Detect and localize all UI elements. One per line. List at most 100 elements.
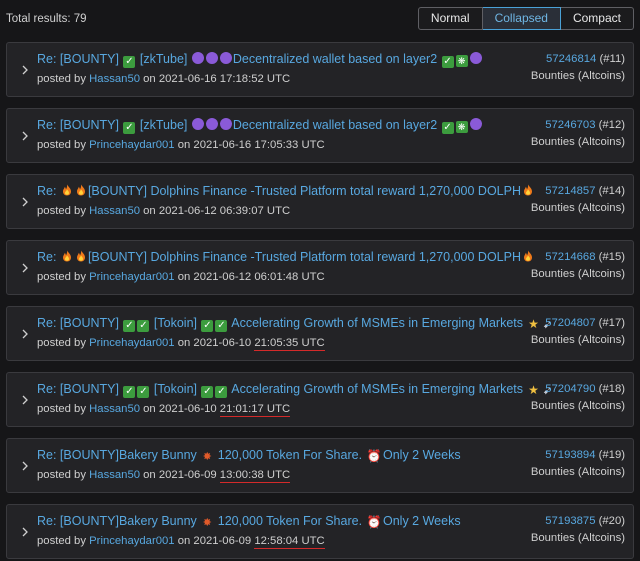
post-index: (#14) bbox=[595, 185, 625, 197]
check-mark-icon: ✓ bbox=[441, 56, 454, 68]
purple-circle-icon bbox=[219, 118, 232, 130]
post-title-link[interactable]: Re: [BOUNTY] ✓ [zkTube] Decentralized wa… bbox=[37, 51, 483, 68]
fire-icon bbox=[61, 250, 73, 262]
purple-circle-icon bbox=[469, 118, 482, 130]
post-title-text: Re: bbox=[37, 184, 60, 198]
post-row[interactable]: Re: [BOUNTY] ✓ [zkTube] Decentralized wa… bbox=[6, 42, 634, 97]
post-id: 57193875 (#20) bbox=[531, 513, 625, 530]
board-name: Bounties (Altcoins) bbox=[530, 70, 625, 82]
post-id-link[interactable]: 57193894 bbox=[545, 449, 595, 461]
post-title-text: Accelerating Growth of MSMEs in Emerging… bbox=[228, 316, 527, 330]
post-meta: posted by Hassan50 on 2021-06-12 06:39:0… bbox=[37, 204, 290, 219]
chevron-right-icon[interactable] bbox=[20, 526, 30, 538]
post-title-text: Re: [BOUNTY] bbox=[37, 118, 123, 132]
chevron-right-icon[interactable] bbox=[20, 394, 30, 406]
post-id-link[interactable]: 57214857 bbox=[545, 185, 595, 197]
view-collapsed-button[interactable]: Collapsed bbox=[482, 7, 561, 30]
post-title-link[interactable]: Re: [BOUNTY] ✓ ✓ [Tokoin] ✓ ✓ Accelerating… bbox=[37, 381, 555, 398]
board-name: Bounties (Altcoins) bbox=[530, 400, 625, 412]
post-id: 57204807 (#17) bbox=[531, 315, 625, 332]
board-name: Bounties (Altcoins) bbox=[530, 136, 625, 148]
post-title-text: Re: [BOUNTY]Bakery Bunny bbox=[37, 514, 201, 528]
post-id: 57214857 (#14) bbox=[531, 183, 625, 200]
purple-circle-icon bbox=[205, 118, 218, 130]
post-title-link[interactable]: Re: [BOUNTY] Dolphins Finance -Trusted P… bbox=[37, 183, 535, 200]
author-link[interactable]: Princehaydar001 bbox=[89, 271, 174, 283]
post-title-link[interactable]: Re: [BOUNTY]Bakery Bunny ✸ 120,000 Token… bbox=[37, 447, 461, 464]
post-date: 2021-06-12 bbox=[193, 271, 255, 283]
posted-by-label: posted by bbox=[37, 139, 90, 151]
post-title-link[interactable]: Re: [BOUNTY] ✓ ✓ [Tokoin] ✓ ✓ Accelerating… bbox=[37, 315, 555, 332]
post-title-link[interactable]: Re: [BOUNTY]Bakery Bunny ✸ 120,000 Token… bbox=[37, 513, 461, 530]
board-name: Bounties (Altcoins) bbox=[530, 202, 625, 214]
post-row[interactable]: Re: [BOUNTY] Dolphins Finance -Trusted P… bbox=[6, 174, 634, 229]
post-title-text: Accelerating Growth of MSMEs in Emerging… bbox=[228, 382, 527, 396]
post-title-text: Re: [BOUNTY] bbox=[37, 382, 123, 396]
post-index: (#17) bbox=[595, 317, 625, 329]
author-link[interactable]: Hassan50 bbox=[89, 73, 140, 85]
post-row[interactable]: Re: [BOUNTY] ✓ ✓ [Tokoin] ✓ ✓ Accelerating… bbox=[6, 372, 634, 427]
post-index: (#19) bbox=[595, 449, 625, 461]
author-link[interactable]: Princehaydar001 bbox=[89, 139, 174, 151]
view-normal-button[interactable]: Normal bbox=[417, 7, 483, 30]
post-info: 57204807 (#17) Bounties (Altcoins) bbox=[531, 315, 625, 349]
post-time: 13:00:38 UTC bbox=[219, 469, 291, 483]
post-time: 06:01:48 UTC bbox=[254, 271, 325, 283]
post-row[interactable]: Re: [BOUNTY] ✓ [zkTube] Decentralized wa… bbox=[6, 108, 634, 163]
author-link[interactable]: Princehaydar001 bbox=[89, 337, 174, 349]
fire-icon bbox=[75, 250, 87, 262]
post-id: 57204790 (#18) bbox=[531, 381, 625, 398]
author-link[interactable]: Hassan50 bbox=[89, 205, 140, 217]
check-mark-icon: ✓ bbox=[137, 386, 150, 398]
post-date: 2021-06-10 bbox=[158, 403, 220, 415]
posted-by-label: posted by bbox=[37, 73, 90, 85]
post-id-link[interactable]: 57246703 bbox=[545, 119, 595, 131]
post-index: (#15) bbox=[595, 251, 625, 263]
post-date: 2021-06-16 bbox=[193, 139, 255, 151]
post-id-link[interactable]: 57214668 bbox=[545, 251, 595, 263]
board-name: Bounties (Altcoins) bbox=[530, 268, 625, 280]
chevron-right-icon[interactable] bbox=[20, 196, 30, 208]
post-info: 57193894 (#19) Bounties (Altcoins) bbox=[531, 447, 625, 481]
view-compact-button[interactable]: Compact bbox=[560, 7, 634, 30]
post-title-text: Only 2 Weeks bbox=[379, 514, 461, 528]
post-title-text: Re: [BOUNTY] bbox=[37, 316, 123, 330]
post-id-link[interactable]: 57204790 bbox=[545, 383, 595, 395]
posted-by-label: posted by bbox=[37, 205, 90, 217]
post-id-link[interactable]: 57193875 bbox=[545, 515, 595, 527]
chevron-right-icon[interactable] bbox=[20, 130, 30, 142]
post-row[interactable]: Re: [BOUNTY]Bakery Bunny ✸ 120,000 Token… bbox=[6, 438, 634, 493]
post-title-link[interactable]: Re: [BOUNTY] Dolphins Finance -Trusted P… bbox=[37, 249, 535, 266]
post-title-text: Decentralized wallet based on layer2 bbox=[232, 52, 441, 66]
post-id-link[interactable]: 57204807 bbox=[545, 317, 595, 329]
post-row[interactable]: Re: [BOUNTY] ✓ ✓ [Tokoin] ✓ ✓ Accelerating… bbox=[6, 306, 634, 361]
posted-by-label: posted by bbox=[37, 469, 90, 481]
results-header: Total results: 79 Normal Collapsed Compa… bbox=[0, 0, 640, 38]
posted-by-label: posted by bbox=[37, 271, 90, 283]
post-row[interactable]: Re: [BOUNTY]Bakery Bunny ✸ 120,000 Token… bbox=[6, 504, 634, 559]
post-row[interactable]: Re: [BOUNTY] Dolphins Finance -Trusted P… bbox=[6, 240, 634, 295]
chevron-right-icon[interactable] bbox=[20, 262, 30, 274]
check-mark-icon: ✓ bbox=[441, 122, 454, 134]
check-mark-icon: ✓ bbox=[215, 320, 228, 332]
post-meta: posted by Princehaydar001 on 2021-06-16 … bbox=[37, 138, 325, 153]
posted-by-label: posted by bbox=[37, 403, 90, 415]
post-meta: posted by Princehaydar001 on 2021-06-09 … bbox=[37, 534, 325, 549]
chevron-right-icon[interactable] bbox=[20, 64, 30, 76]
on-label: on bbox=[140, 469, 159, 481]
author-link[interactable]: Hassan50 bbox=[89, 469, 140, 481]
chevron-right-icon[interactable] bbox=[20, 460, 30, 472]
purple-circle-icon bbox=[205, 52, 218, 64]
post-id: 57214668 (#15) bbox=[531, 249, 625, 266]
chevron-right-icon[interactable] bbox=[20, 328, 30, 340]
post-title-text: Decentralized wallet based on layer2 bbox=[232, 118, 441, 132]
fire-icon bbox=[61, 184, 73, 196]
author-link[interactable]: Hassan50 bbox=[89, 403, 140, 415]
total-results: Total results: 79 bbox=[6, 13, 87, 25]
post-title-link[interactable]: Re: [BOUNTY] ✓ [zkTube] Decentralized wa… bbox=[37, 117, 483, 134]
on-label: on bbox=[140, 73, 159, 85]
author-link[interactable]: Princehaydar001 bbox=[89, 535, 174, 547]
post-title-text: Only 2 Weeks bbox=[379, 448, 461, 462]
post-id-link[interactable]: 57246814 bbox=[546, 53, 596, 65]
on-label: on bbox=[174, 337, 194, 349]
